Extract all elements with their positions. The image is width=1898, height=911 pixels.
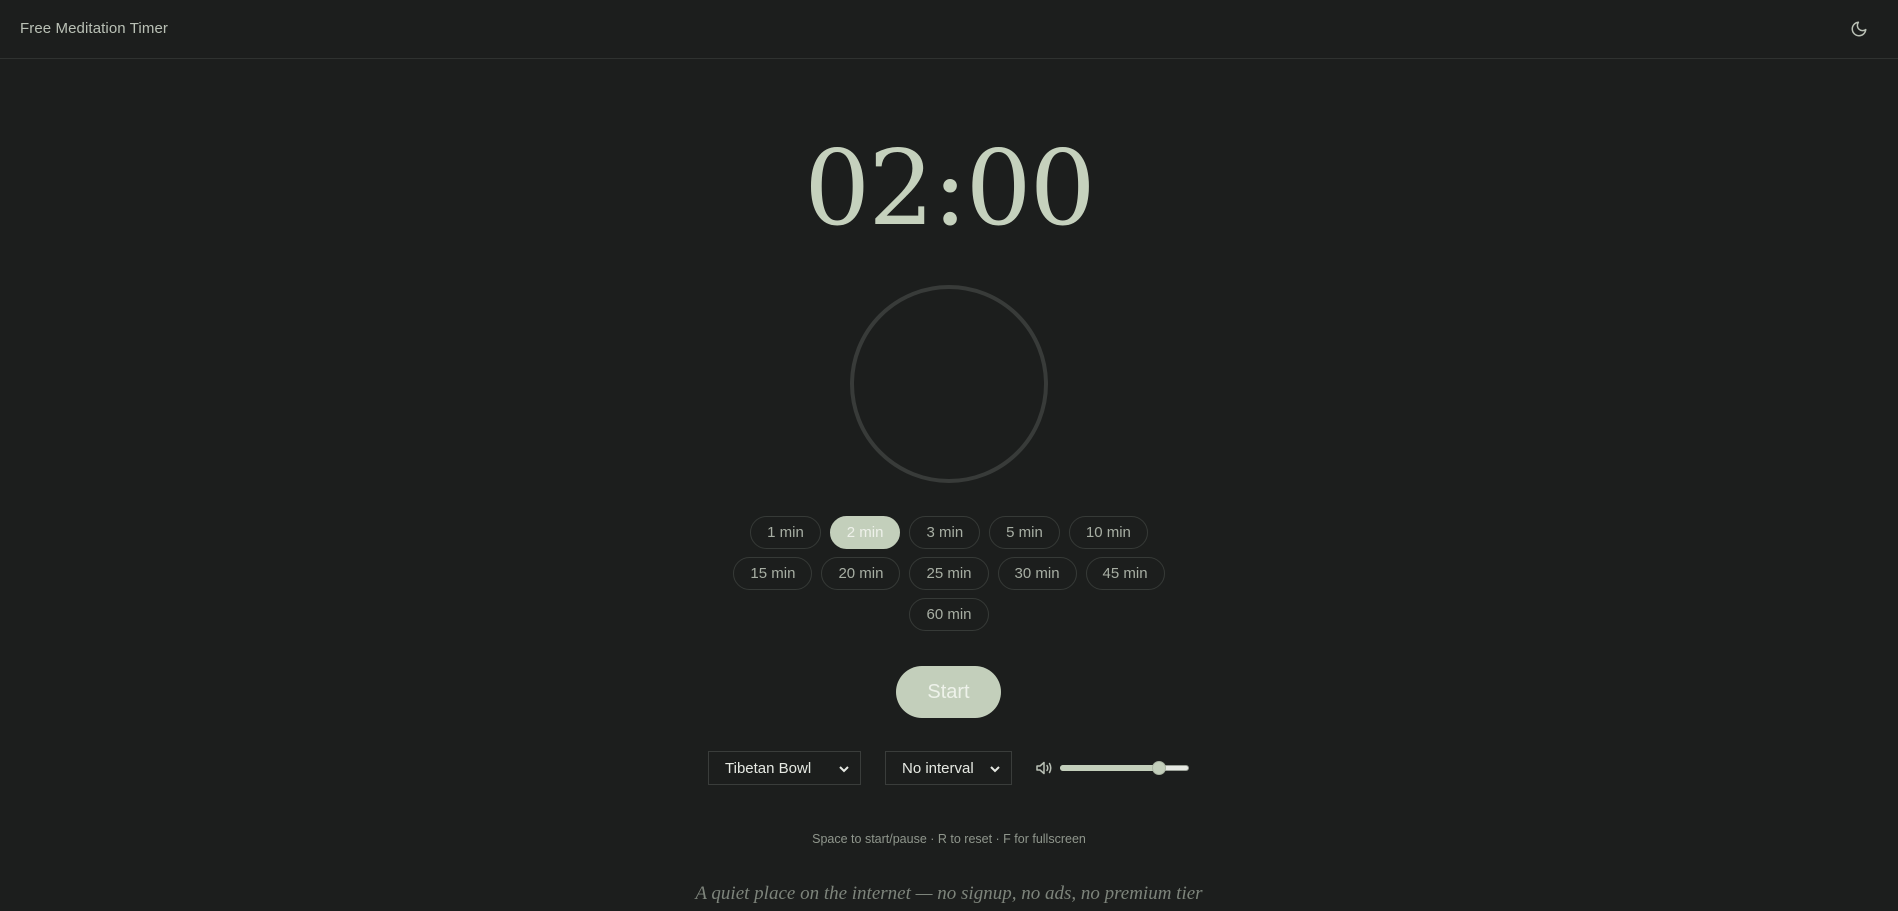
preset-button[interactable]: 30 min [997,557,1077,590]
theme-toggle-button[interactable] [1846,16,1872,42]
moon-icon [1851,21,1867,37]
sound-controls: Tibetan Bowl No interval [0,751,1898,785]
volume-fill [1060,765,1159,771]
preset-button[interactable]: 15 min [733,557,813,590]
preset-row: 60 min [0,598,1898,631]
keyboard-hint: Space to start/pause · R to reset · F fo… [812,832,1086,846]
preset-button[interactable]: 2 min [829,516,901,549]
preset-button[interactable]: 3 min [909,516,981,549]
preset-button[interactable]: 20 min [821,557,901,590]
volume-thumb[interactable] [1152,761,1166,775]
preset-button[interactable]: 5 min [989,516,1060,549]
chevron-down-icon [990,766,1000,773]
duration-presets: 1 min 2 min 3 min 5 min 10 min 15 min 20 min 25… [0,516,1898,639]
sound-select-value: Tibetan Bowl [725,759,812,777]
brand-title[interactable]: Free Meditation Timer [20,20,168,37]
sound-select[interactable]: Tibetan Bowl [708,751,861,785]
speaker-icon[interactable] [1035,760,1053,776]
preset-row: 1 min 2 min 3 min 5 min 10 min [0,516,1898,549]
volume-slider[interactable] [1060,761,1189,775]
preset-button[interactable]: 25 min [909,557,989,590]
preset-button[interactable]: 45 min [1085,557,1165,590]
interval-select-value: No interval [902,759,974,777]
progress-ring [850,285,1048,483]
preset-button[interactable]: 1 min [750,516,821,549]
preset-button[interactable]: 10 min [1068,516,1148,549]
top-bar: Free Meditation Timer [0,0,1898,59]
chevron-down-icon [839,766,849,773]
preset-button[interactable]: 60 min [909,598,989,631]
preset-row: 15 min 20 min 25 min 30 min 45 min [0,557,1898,590]
timer-display: 02:00 [804,127,1096,249]
tagline: A quiet place on the internet — no signu… [695,883,1203,904]
interval-select[interactable]: No interval [885,751,1012,785]
start-button[interactable]: Start [896,666,1001,718]
